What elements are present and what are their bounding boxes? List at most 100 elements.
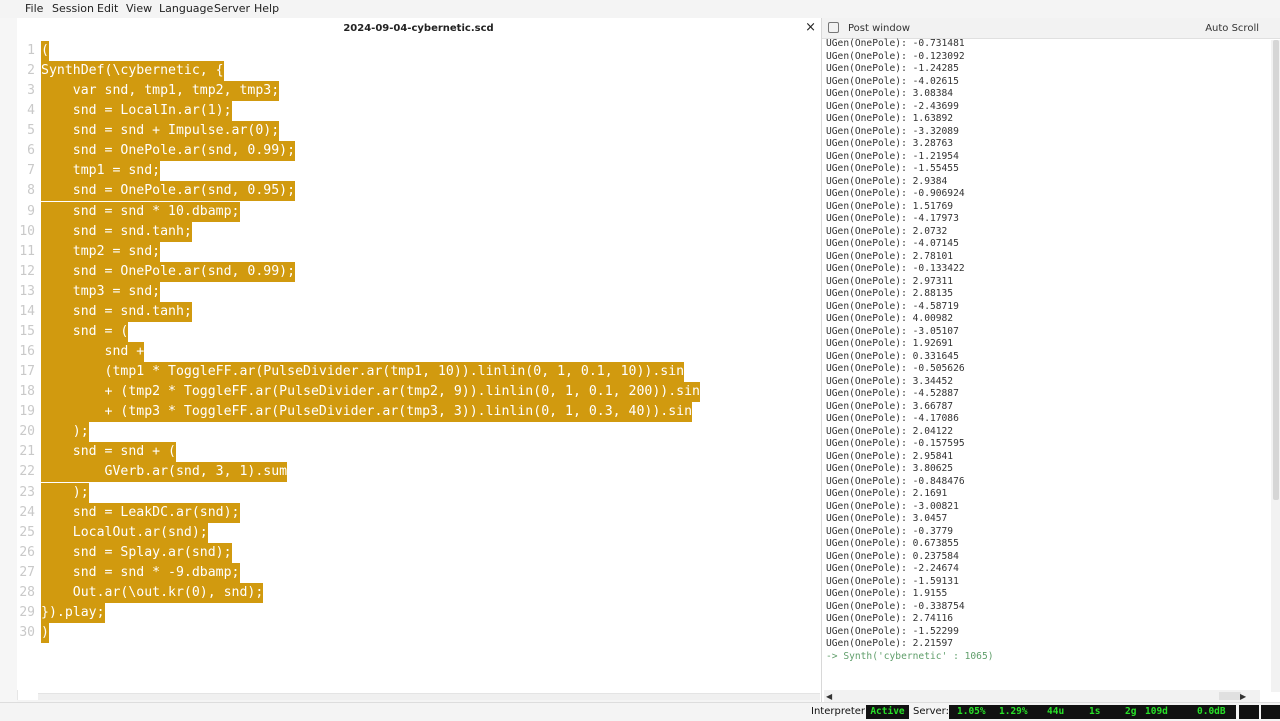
scroll-left-icon[interactable]: ◀ [826,692,832,701]
code-line[interactable]: 6 snd = OnePole.ar(snd, 0.99); [17,141,820,162]
server-status[interactable]: 1.05% 1.29% 44u 1s 2g 109d 0.0dB [949,705,1236,719]
code-text[interactable]: tmp1 = snd; [41,161,161,182]
post-scroll-thumb[interactable] [1273,40,1279,500]
code-text[interactable]: snd = snd.tanh; [41,301,192,322]
post-line: UGen(OnePole): -0.731481 [826,38,965,49]
code-text[interactable]: ); [41,422,89,443]
code-text[interactable]: tmp2 = snd; [41,241,161,262]
post-line: UGen(OnePole): 1.51769 [826,200,954,212]
code-line[interactable]: 7 tmp1 = snd; [17,161,820,182]
line-number: 24 [19,504,35,520]
code-text[interactable]: (tmp1 * ToggleFF.ar(PulseDivider.ar(tmp1… [41,362,685,383]
code-text[interactable]: snd = LeakDC.ar(snd); [41,502,240,523]
close-icon[interactable]: × [805,20,816,35]
server-volume[interactable]: 0.0dB [1197,705,1226,719]
code-text[interactable]: tmp3 = snd; [41,281,161,302]
interpreter-status[interactable]: Active [866,705,909,719]
menu-help[interactable]: Help [254,2,279,15]
code-text[interactable]: Out.ar(\out.kr(0), snd); [41,582,264,603]
code-line[interactable]: 23 ); [17,482,820,503]
menu-file[interactable]: File [25,2,43,15]
code-text[interactable]: snd = snd * -9.dbamp; [41,562,240,583]
code-line[interactable]: 16 snd + [17,342,820,363]
code-line[interactable]: 13 tmp3 = snd; [17,281,820,302]
code-text[interactable]: }).play; [41,602,105,623]
menu-edit[interactable]: Edit [97,2,118,15]
record-indicator[interactable] [1261,705,1280,719]
code-line[interactable]: 21 snd = snd + ( [17,442,820,463]
code-line[interactable]: 2 SynthDef(\cybernetic, { [17,61,820,82]
code-editor[interactable]: 1(2 SynthDef(\cybernetic, {3 var snd, tmp… [17,40,820,690]
code-text[interactable]: snd = Splay.ar(snd); [41,542,232,563]
post-vertical-scrollbar[interactable] [1271,40,1280,692]
code-text[interactable]: LocalOut.ar(snd); [41,522,208,543]
code-line[interactable]: 24 snd = LeakDC.ar(snd); [17,502,820,523]
code-text[interactable]: snd = LocalIn.ar(1); [41,101,232,122]
code-line[interactable]: 19 + (tmp3 * ToggleFF.ar(PulseDivider.ar… [17,402,820,423]
code-text[interactable]: snd = snd + ( [41,442,176,463]
scroll-right-icon[interactable]: ▶ [1240,692,1246,701]
code-text[interactable]: ) [41,623,49,644]
code-text[interactable]: snd = snd.tanh; [41,221,192,242]
code-line[interactable]: 9 snd = snd * 10.dbamp; [17,201,820,222]
post-line: UGen(OnePole): -4.17973 [826,213,959,224]
menu-server[interactable]: Server [214,2,250,15]
code-text[interactable]: snd + [41,342,145,363]
auto-scroll-toggle[interactable]: Auto Scroll [1205,23,1259,34]
code-text[interactable]: snd = snd + Impulse.ar(0); [41,121,280,142]
line-number: 17 [19,364,35,380]
code-line[interactable]: 8 snd = OnePole.ar(snd, 0.95); [17,181,820,202]
code-line[interactable]: 22 GVerb.ar(snd, 3, 1).sum [17,462,820,483]
code-line[interactable]: 25 LocalOut.ar(snd); [17,522,820,543]
code-text[interactable]: SynthDef(\cybernetic, { [41,61,224,82]
code-line[interactable]: 30) [17,623,820,644]
code-line[interactable]: 14 snd = snd.tanh; [17,301,820,322]
code-line[interactable]: 15 snd = ( [17,321,820,342]
code-line[interactable]: 12 snd = OnePole.ar(snd, 0.99); [17,261,820,282]
code-text[interactable]: ); [41,482,89,503]
line-number: 6 [27,143,35,159]
post-line: UGen(OnePole): 2.78101 [826,250,954,262]
code-line[interactable]: 5 snd = snd + Impulse.ar(0); [17,121,820,142]
code-line[interactable]: 20 ); [17,422,820,443]
line-number: 1 [27,43,35,58]
code-text[interactable]: snd = ( [41,321,129,342]
dock-window-icon[interactable] [828,22,839,33]
code-text[interactable]: snd = snd * 10.dbamp; [41,201,240,222]
code-line[interactable]: 1( [17,41,820,61]
code-line[interactable]: 27 snd = snd * -9.dbamp; [17,562,820,583]
editor-filename[interactable]: 2024-09-04-cybernetic.scd [17,23,820,34]
post-hscroll-thumb[interactable] [1219,692,1241,700]
code-text[interactable]: + (tmp2 * ToggleFF.ar(PulseDivider.ar(tm… [41,382,700,403]
menu-session[interactable]: Session [52,2,94,15]
line-number: 5 [27,123,35,139]
post-line: UGen(OnePole): 2.0732 [826,225,948,237]
post-line: UGen(OnePole): 3.80625 [826,463,954,474]
menu-view[interactable]: View [126,2,152,15]
post-line: UGen(OnePole): -3.00821 [826,500,959,512]
code-line[interactable]: 3 var snd, tmp1, tmp2, tmp3; [17,81,820,102]
mute-indicator[interactable] [1239,705,1259,719]
code-text[interactable]: snd = OnePole.ar(snd, 0.99); [41,141,296,162]
code-line[interactable]: 26 snd = Splay.ar(snd); [17,542,820,563]
code-text[interactable]: snd = OnePole.ar(snd, 0.95); [41,181,296,202]
post-line: UGen(OnePole): -0.338754 [826,600,965,612]
code-text[interactable]: + (tmp3 * ToggleFF.ar(PulseDivider.ar(tm… [41,402,693,423]
post-output[interactable]: UGen(OnePole): -0.731481 UGen(OnePole): -… [822,38,1252,678]
code-text[interactable]: var snd, tmp1, tmp2, tmp3; [41,81,280,102]
code-text[interactable]: GVerb.ar(snd, 3, 1).sum [41,462,288,483]
line-number: 7 [27,163,35,179]
code-line[interactable]: 11 tmp2 = snd; [17,241,820,262]
code-line[interactable]: 18 + (tmp2 * ToggleFF.ar(PulseDivider.ar… [17,382,820,403]
code-line[interactable]: 29}).play; [17,602,820,623]
code-line[interactable]: 4 snd = LocalIn.ar(1); [17,101,820,122]
post-horizontal-scrollbar[interactable] [824,690,1260,702]
menu-language[interactable]: Language [159,2,213,15]
code-line[interactable]: 28 Out.ar(\out.kr(0), snd); [17,582,820,603]
code-line[interactable]: 17 (tmp1 * ToggleFF.ar(PulseDivider.ar(t… [17,362,820,383]
code-text[interactable]: snd = OnePole.ar(snd, 0.99); [41,261,296,282]
code-text[interactable]: ( [41,41,49,61]
code-line[interactable]: 10 snd = snd.tanh; [17,221,820,242]
line-number: 4 [27,103,35,119]
post-line: UGen(OnePole): -0.133422 [826,263,965,274]
